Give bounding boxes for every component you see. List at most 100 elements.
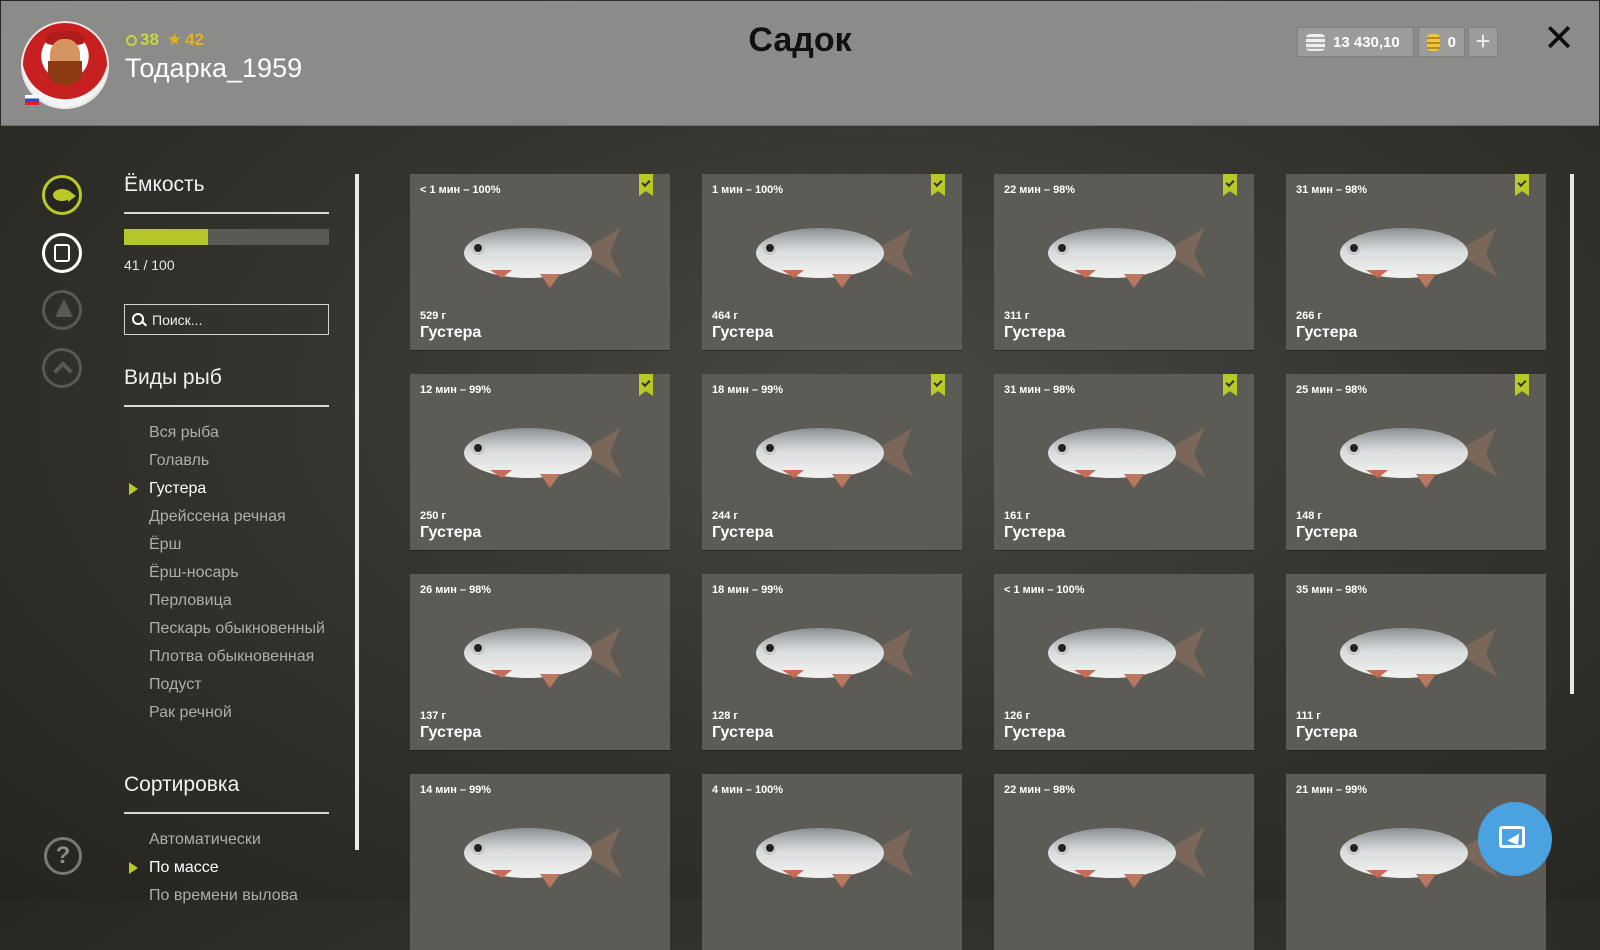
avatar-beard: [48, 61, 82, 85]
bookmark-icon[interactable]: [1223, 174, 1237, 196]
search-input[interactable]: [124, 304, 329, 335]
fish-card[interactable]: 35 мин – 98% 111 г Густера: [1286, 574, 1546, 750]
sorting-divider: [124, 812, 329, 814]
fish-card[interactable]: 12 мин – 99% 250 г Густера: [410, 374, 670, 550]
capacity-text: 41 / 100: [124, 257, 175, 273]
sorting-heading: Сортировка: [124, 773, 240, 796]
fish-name: Густера: [712, 324, 774, 341]
bookmark-icon[interactable]: [931, 174, 945, 196]
catch-time-quality: < 1 мин – 100%: [420, 184, 501, 196]
gold-balance: 0: [1418, 27, 1465, 57]
catch-time-quality: 31 мин – 98%: [1296, 184, 1368, 196]
fish-weight: 148 г: [1296, 510, 1322, 522]
species-filter-item[interactable]: Голавль: [149, 451, 329, 470]
species-filter-item[interactable]: Перловица: [149, 591, 329, 610]
species-filter-item[interactable]: Дрейссена речная: [149, 507, 329, 526]
fish-weight: 161 г: [1004, 510, 1030, 522]
fish-card[interactable]: 4 мин – 100%: [702, 774, 962, 950]
keepnet-icon[interactable]: [42, 233, 82, 273]
fish-weight: 529 г: [420, 310, 446, 322]
fish-card[interactable]: < 1 мин – 100% 529 г Густера: [410, 174, 670, 350]
bookmark-icon[interactable]: [639, 374, 653, 396]
catch-time-quality: 31 мин – 98%: [1004, 384, 1076, 396]
bookmark-icon[interactable]: [1515, 374, 1529, 396]
fish-card[interactable]: 26 мин – 98% 137 г Густера: [410, 574, 670, 750]
species-filter-item[interactable]: Пескарь обыкновенный: [149, 619, 329, 638]
fish-image: [756, 212, 914, 288]
species-filter-item[interactable]: Рак речной: [149, 703, 329, 722]
species-filter-item[interactable]: Вся рыба: [149, 423, 329, 442]
fish-name: Густера: [420, 324, 482, 341]
fish-card[interactable]: 14 мин – 99%: [410, 774, 670, 950]
fish-weight: 244 г: [712, 510, 738, 522]
fish-icon[interactable]: [42, 175, 82, 215]
species-heading: Виды рыб: [124, 366, 222, 389]
catch-time-quality: 21 мин – 99%: [1296, 784, 1368, 796]
cursor-mode-button[interactable]: [1478, 802, 1552, 876]
fish-weight: 250 г: [420, 510, 446, 522]
bookmark-icon[interactable]: [1223, 374, 1237, 396]
capacity-heading: Ёмкость: [124, 173, 205, 196]
fish-name: Густера: [712, 724, 774, 741]
catch-time-quality: 1 мин – 100%: [712, 184, 784, 196]
buy-gold-button[interactable]: +: [1468, 27, 1498, 57]
capacity-bar-fill: [124, 229, 209, 245]
capacity-bar: [124, 229, 329, 245]
species-list: Вся рыба Голавль Густера Дрейссена речная Ёр…: [129, 423, 329, 731]
fish-card[interactable]: 25 мин – 98% 148 г Густера: [1286, 374, 1546, 550]
catch-time-quality: 18 мин – 99%: [712, 584, 784, 596]
fish-weight: 311 г: [1004, 310, 1030, 322]
fish-card[interactable]: 31 мин – 98% 266 г Густера: [1286, 174, 1546, 350]
fish-card[interactable]: 22 мин – 98% 311 г Густера: [994, 174, 1254, 350]
fish-card[interactable]: 18 мин – 99% 128 г Густера: [702, 574, 962, 750]
silver-balance: 13 430,10: [1297, 27, 1414, 57]
fish-card[interactable]: 18 мин – 99% 244 г Густера: [702, 374, 962, 550]
grid-scrollbar[interactable]: [1570, 174, 1574, 694]
fish-name: Густера: [1004, 524, 1066, 541]
fish-name: Густера: [1296, 324, 1358, 341]
bookmark-icon[interactable]: [931, 374, 945, 396]
fish-image: [1048, 612, 1206, 688]
fish-image: [1340, 412, 1498, 488]
species-filter-item[interactable]: Ёрш: [149, 535, 329, 554]
catch-time-quality: 14 мин – 99%: [420, 784, 492, 796]
home-icon[interactable]: [42, 348, 82, 388]
panel-scrollbar[interactable]: [355, 174, 359, 850]
fish-name: Густера: [712, 524, 774, 541]
catch-time-quality: 22 мин – 98%: [1004, 184, 1076, 196]
fish-card[interactable]: 22 мин – 98%: [994, 774, 1254, 950]
species-divider: [124, 405, 329, 407]
sort-option-item[interactable]: По времени вылова: [149, 886, 298, 905]
fish-card[interactable]: 1 мин – 100% 464 г Густера: [702, 174, 962, 350]
sorting-list: Автоматически По массе По времени вылова: [129, 830, 298, 914]
catch-time-quality: 26 мин – 98%: [420, 584, 492, 596]
species-filter-item[interactable]: Подуст: [149, 675, 329, 694]
sort-option-item[interactable]: По массе: [129, 858, 298, 877]
fish-weight: 266 г: [1296, 310, 1322, 322]
fish-name: Густера: [420, 524, 482, 541]
catch-time-quality: 18 мин – 99%: [712, 384, 784, 396]
fish-image: [1048, 812, 1206, 888]
species-filter-item[interactable]: Густера: [129, 479, 329, 498]
bookmark-icon[interactable]: [1515, 174, 1529, 196]
fish-image: [756, 612, 914, 688]
russia-flag-icon: [25, 95, 39, 105]
catch-time-quality: < 1 мин – 100%: [1004, 584, 1085, 596]
sort-option-item[interactable]: Автоматически: [149, 830, 298, 849]
tent-icon[interactable]: [42, 290, 82, 330]
fish-name: Густера: [1004, 324, 1066, 341]
fish-image: [464, 812, 622, 888]
capacity-divider: [124, 212, 329, 214]
fish-card[interactable]: 31 мин – 98% 161 г Густера: [994, 374, 1254, 550]
fish-image: [1340, 612, 1498, 688]
species-filter-item[interactable]: Плотва обыкновенная: [149, 647, 329, 666]
fish-card[interactable]: < 1 мин – 100% 126 г Густера: [994, 574, 1254, 750]
help-button[interactable]: ?: [44, 837, 82, 875]
bookmark-icon[interactable]: [639, 174, 653, 196]
species-filter-item[interactable]: Ёрш-носарь: [149, 563, 329, 582]
close-button[interactable]: ✕: [1541, 20, 1577, 58]
fish-name: Густера: [420, 724, 482, 741]
fish-image: [464, 412, 622, 488]
fish-weight: 126 г: [1004, 710, 1030, 722]
fish-image: [1048, 412, 1206, 488]
